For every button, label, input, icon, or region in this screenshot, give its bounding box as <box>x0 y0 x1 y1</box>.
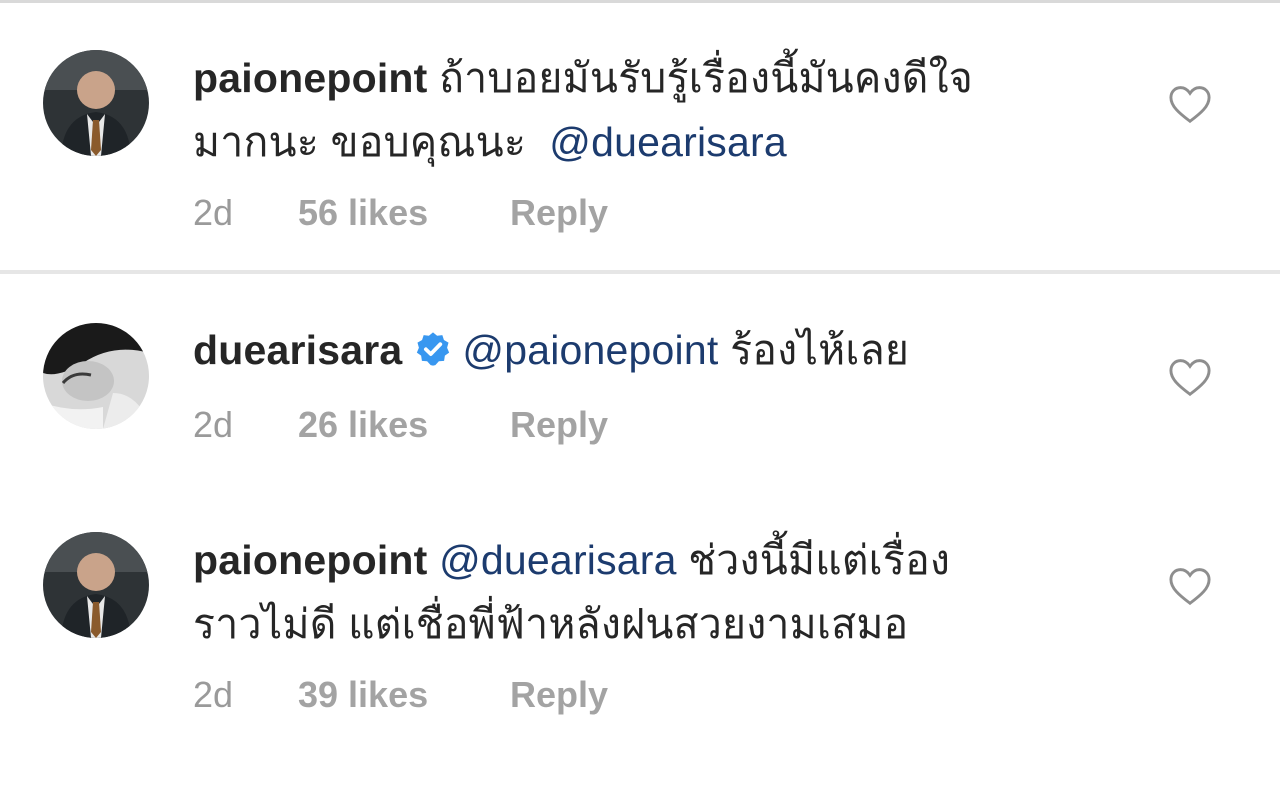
comment-1-mention[interactable]: @duearisara <box>549 119 787 165</box>
comment-2-message: ร้องไห้เลย <box>730 327 910 373</box>
avatar-duearisara[interactable] <box>43 323 149 429</box>
comment-1-time: 2d <box>193 192 234 233</box>
avatar-paionepoint[interactable] <box>43 50 149 156</box>
comment-2-meta: 2d 26 likes Reply <box>193 404 608 446</box>
comment-2-username[interactable]: duearisara <box>193 327 402 373</box>
comment-3-text: paionepoint @duearisara ช่วงนี้มีแต่เรื่… <box>193 528 1133 656</box>
top-divider <box>0 0 1280 3</box>
comment-3-line2: ราวไม่ดี แต่เชื่อพี่ฟ้าหลังฝนสวยงามเสมอ <box>193 601 909 647</box>
heart-outline-icon[interactable] <box>1168 566 1212 606</box>
comment-1-text: paionepoint ถ้าบอยมันรับรู้เรื่องนี้มันค… <box>193 46 1133 174</box>
section-divider <box>0 270 1280 274</box>
verified-badge-icon <box>417 332 450 366</box>
heart-outline-icon[interactable] <box>1168 84 1212 124</box>
comment-2-reply-button[interactable]: Reply <box>510 404 608 446</box>
comment-3-time: 2d <box>193 674 234 715</box>
comment-3-meta: 2d 39 likes Reply <box>193 674 608 716</box>
comment-1-line2: มากนะ ขอบคุณนะ <box>193 119 527 165</box>
comment-2-mention[interactable]: @paionepoint <box>462 327 718 373</box>
comment-1-reply-button[interactable]: Reply <box>510 192 608 234</box>
comment-3-mention[interactable]: @duearisara <box>439 537 677 583</box>
comment-2-likes[interactable]: 26 likes <box>298 404 510 446</box>
comment-2-time: 2d <box>193 404 234 445</box>
comment-3-line1: ช่วงนี้มีแต่เรื่อง <box>688 537 951 583</box>
comment-3-likes[interactable]: 39 likes <box>298 674 510 716</box>
comment-2-text: duearisara @paionepoint ร้องไห้เลย <box>193 318 1133 382</box>
comment-1-likes[interactable]: 56 likes <box>298 192 510 234</box>
comment-1-line1: ถ้าบอยมันรับรู้เรื่องนี้มันคงดีใจ <box>439 55 974 101</box>
comment-1-username[interactable]: paionepoint <box>193 55 428 101</box>
heart-outline-icon[interactable] <box>1168 357 1212 397</box>
avatar-paionepoint[interactable] <box>43 532 149 638</box>
comment-3-reply-button[interactable]: Reply <box>510 674 608 716</box>
comment-1-meta: 2d 56 likes Reply <box>193 192 608 234</box>
comment-3-username[interactable]: paionepoint <box>193 537 428 583</box>
